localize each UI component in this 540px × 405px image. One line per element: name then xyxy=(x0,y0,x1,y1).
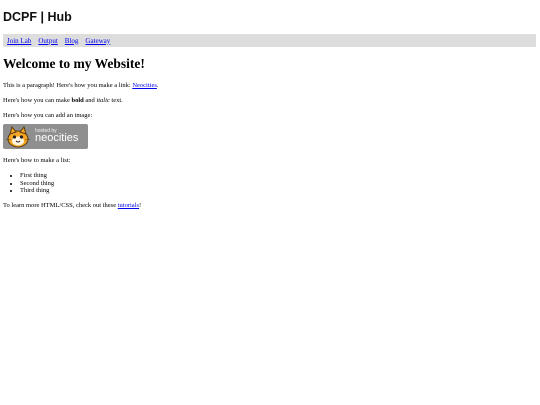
list-item: Second thing xyxy=(20,180,533,188)
bold-text: bold xyxy=(71,97,84,104)
badge-text: hosted by neocities xyxy=(35,129,78,144)
nav-link-blog[interactable]: Blog xyxy=(65,36,79,46)
badge-big-text: neocities xyxy=(35,132,79,144)
paragraph-text: Here's how you can make xyxy=(3,97,72,104)
paragraph-text: This is a paragraph! Here's how you make… xyxy=(3,82,133,89)
paragraph-tutorials: To learn more HTML/CSS, check out these … xyxy=(3,202,533,210)
page: DCPF | Hub Join Lab Output Blog Gateway … xyxy=(0,0,540,405)
example-list: First thing Second thing Third thing xyxy=(3,172,533,195)
italic-text: italic xyxy=(96,97,110,104)
list-item: Third thing xyxy=(20,187,533,195)
paragraph-format-example: Here's how you can make bold and italic … xyxy=(3,97,533,105)
paragraph-text: text. xyxy=(109,97,123,104)
main-content: Welcome to my Website! This is a paragra… xyxy=(3,56,533,210)
list-item: First thing xyxy=(20,172,533,180)
paragraph-text: . xyxy=(156,82,159,89)
hosted-by-neocities-badge[interactable]: hosted by neocities xyxy=(3,124,88,149)
nav-link-join-lab[interactable]: Join Lab xyxy=(7,36,31,46)
neocities-cat-icon xyxy=(5,125,31,147)
page-title: Welcome to my Website! xyxy=(3,56,145,71)
paragraph-image-example: Here's how you can add an image: xyxy=(3,112,93,119)
paragraph-text: ! xyxy=(139,202,142,210)
tutorials-link[interactable]: tutorials xyxy=(118,202,139,209)
nav-link-gateway[interactable]: Gateway xyxy=(85,36,110,46)
paragraph-link-example: This is a paragraph! Here's how you make… xyxy=(3,82,533,90)
paragraph-text: To learn more HTML/CSS, check out these xyxy=(3,202,118,210)
nav-link-output[interactable]: Output xyxy=(38,36,57,46)
paragraph-list-example: Here's how to make a list: xyxy=(3,157,71,164)
navbar: Join Lab Output Blog Gateway xyxy=(3,34,536,47)
site-logo[interactable]: DCPF | Hub xyxy=(3,10,72,24)
neocities-link[interactable]: Neocities xyxy=(132,82,157,89)
paragraph-text: and xyxy=(83,97,97,104)
